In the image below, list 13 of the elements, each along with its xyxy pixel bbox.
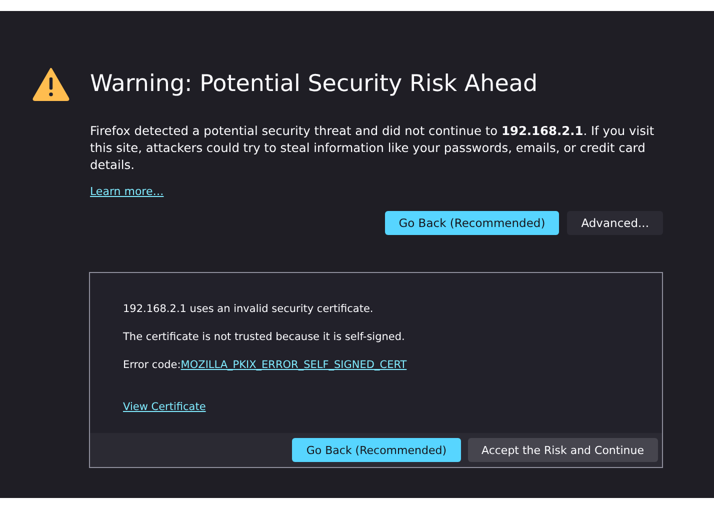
certificate-message: The certificate is not trusted because it is self-signed. [123,331,406,343]
warning-icon [32,67,70,101]
learn-more-link[interactable]: Learn more… [90,185,164,198]
page-title: Warning: Potential Security Risk Ahead [90,71,538,97]
error-code-link[interactable]: MOZILLA_PKIX_ERROR_SELF_SIGNED_CERT [180,359,407,371]
view-certificate-link[interactable]: View Certificate [123,401,206,413]
advanced-button[interactable]: Advanced... [567,211,663,235]
accept-risk-button[interactable]: Accept the Risk and Continue [468,438,658,462]
go-back-button[interactable]: Go Back (Recommended) [384,211,560,235]
certificate-message: 192.168.2.1 uses an invalid security certificate. [123,303,374,315]
warning-description: Firefox detected a potential security threat and did not continue to 192.168.2.1. If you visit this site, attackers could try to steal information like your passwords, emails, or credit card details. [90,123,656,174]
go-back-button[interactable]: Go Back (Recommended) [292,438,460,462]
error-code-label: Error code: [123,359,181,371]
